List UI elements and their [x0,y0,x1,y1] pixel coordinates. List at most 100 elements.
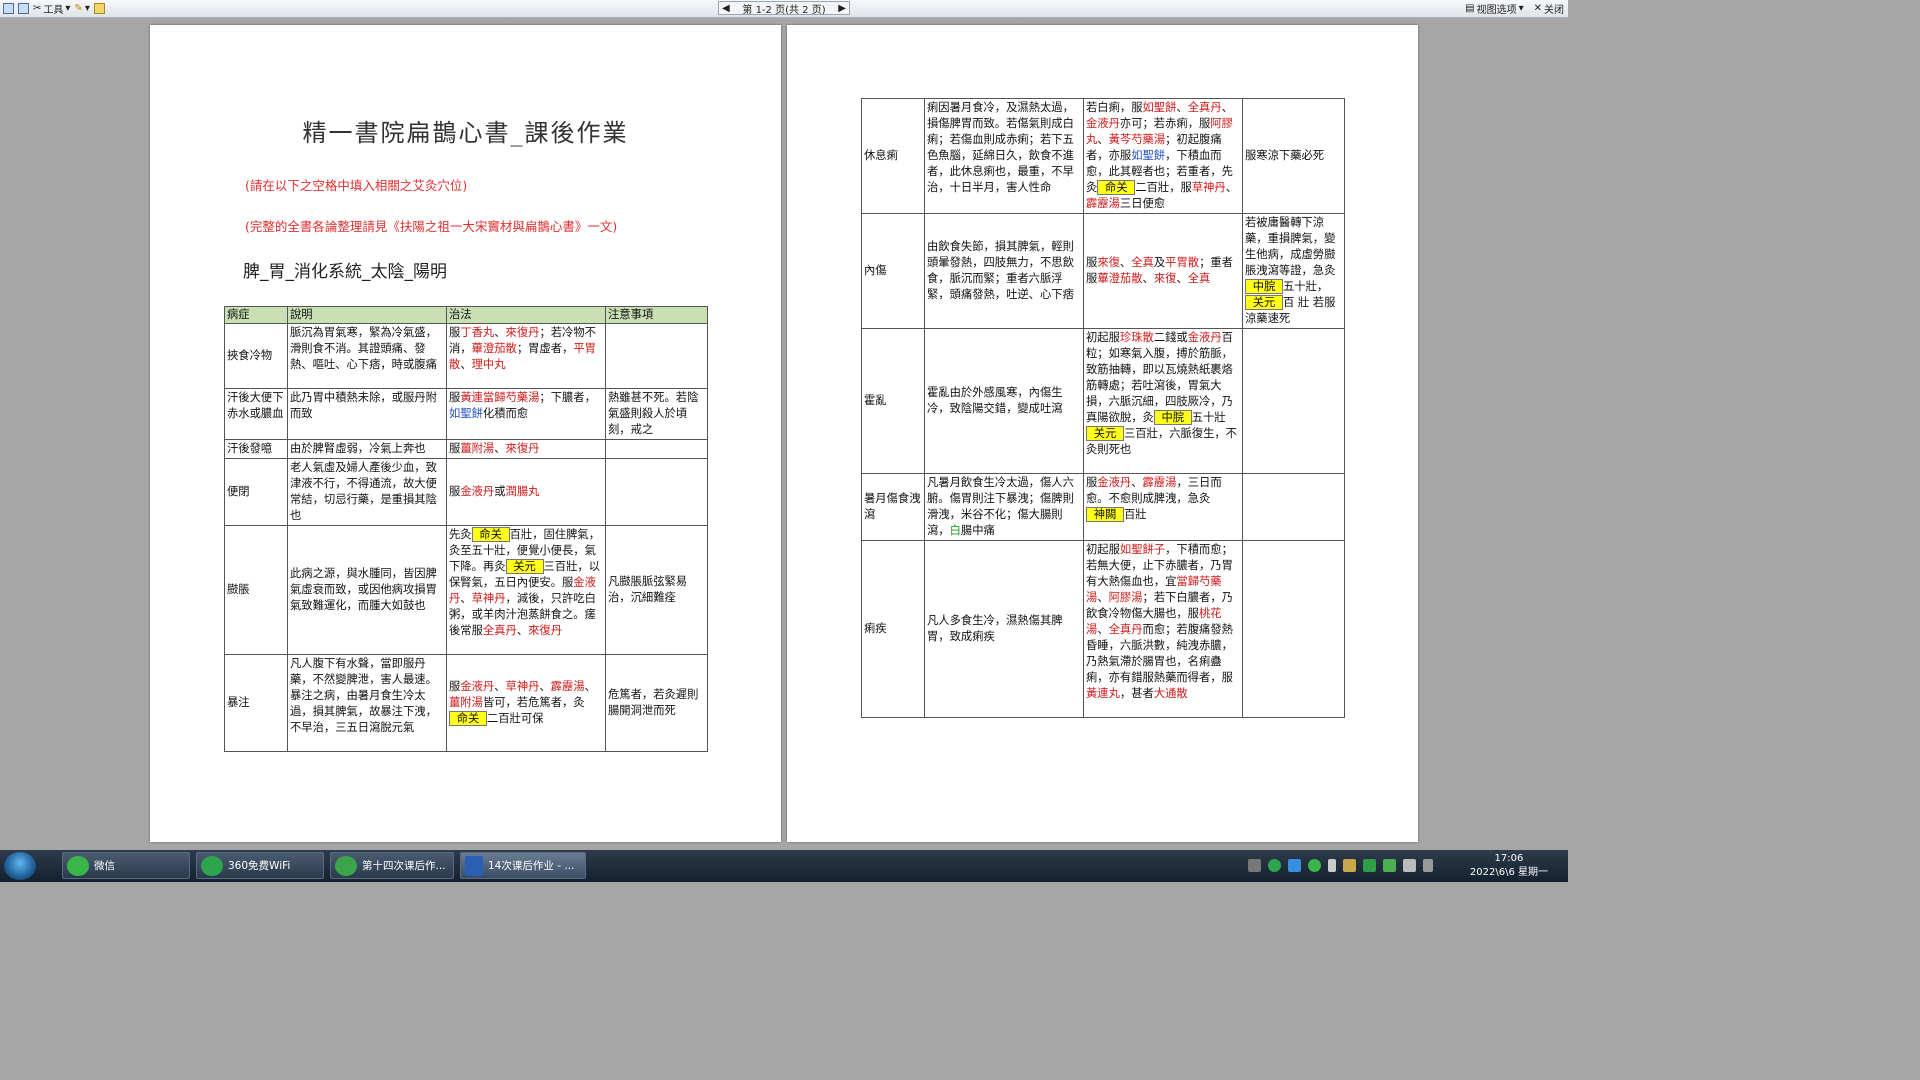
shield-icon[interactable] [1383,859,1396,872]
caution-cell: 若被庸醫轉下涼藥，重損脾氣，變生他病，成虛勞臌脹洩瀉等證，急灸中脘 五十壯，关元百… [1242,213,1345,329]
caution-cell [1242,540,1345,718]
disease-cell: 臌脹 [224,525,288,655]
caution-cell [1242,473,1345,541]
table-row: 汗後大便下赤水或膿血 此乃胃中積熱未除，或服丹附而致 服黃連當歸芍藥湯；下膿者，… [224,388,708,440]
caution-cell: 凡臌脹脈弦緊易治，沉細難痊 [605,525,708,655]
page-prev-icon[interactable]: ◀ [722,3,730,14]
caution-cell [605,323,708,389]
wechat-tray-icon[interactable] [1308,859,1321,872]
disease-cell: 便閉 [224,458,288,526]
caution-cell [605,458,708,526]
disease-cell: 休息痢 [861,98,925,214]
table-row: 暴注 凡人腹下有水聲，當即服丹藥，不然變脾泄，害人最速。暴注之病，由暑月食生冷太… [224,654,708,752]
table-row: 挾食冷物 脈沉為胃氣寒，緊為冷氣盛，滑則食不消。其證頭痛、發熱、嘔吐、心下痞，時… [224,323,708,389]
disease-cell: 霍亂 [861,328,925,474]
taskbar: 微信 360免费WiFi 第十四次课后作... 14次课后作业 - ... 17… [0,850,1568,882]
signal-icon[interactable] [1423,859,1433,872]
table-header-row: 病症 說明 治法 注意事項 [224,306,708,324]
usb-icon[interactable] [1328,859,1336,872]
page-next-icon[interactable]: ▶ [838,3,846,14]
system-tray: 17:06 2022\6\6 星期一 [1238,850,1568,882]
page-indicator[interactable]: 第 1-2 页(共 2 页) [742,1,825,16]
description-cell: 霍亂由於外感風寒，內傷生冷，致陰陽交錯，變成吐瀉 [924,328,1084,474]
description-cell: 痢因暑月食冷，及濕熱太過，損傷脾胃而致。若傷氣則成白痢；若傷血則成赤痢；若下五色… [924,98,1084,214]
save-icon[interactable] [3,3,14,14]
column-header: 治法 [446,306,606,324]
view-options-button[interactable]: ▤ 视图选项 ▾ [1465,1,1523,16]
description-cell: 由飲食失節，損其脾氣，輕則頭暈發熱，四肢無力，不思飲食，脈沉而緊；重者六脈浮緊，… [924,213,1084,329]
table-row: 痢疾 凡人多食生冷，濕熱傷其脾胃，致成痢疾 初起服如聖餅子，下積而愈；若無大便，… [861,540,1345,718]
word-icon [465,855,483,876]
description-cell: 凡人多食生冷，濕熱傷其脾胃，致成痢疾 [924,540,1084,718]
description-cell: 由於脾腎虛弱，冷氣上奔也 [287,439,447,459]
disease-cell: 暴注 [224,654,288,752]
close-button[interactable]: ✕ 关闭 [1534,1,1564,16]
reader-toolbar: ✂ 工具 ▾ ✎ ▾ ◀ 第 1-2 页(共 2 页) ▶ ▤ 视图选项 ▾ ✕ 关闭 [0,0,1568,18]
description-cell: 脈沉為胃氣寒，緊為冷氣盛，滑則食不消。其證頭痛、發熱、嘔吐、心下痞，時或腹痛 [287,323,447,389]
caution-cell [605,439,708,459]
taskbar-item-word[interactable]: 14次课后作业 - ... [460,852,586,879]
treatment-cell: 服丁香丸、來復丹；若冷物不消，蓽澄茄散；胃虛者，平胃散、理中丸 [446,323,606,389]
treatment-table-2: 休息痢 痢因暑月食冷，及濕熱太過，損傷脾胃而致。若傷氣則成白痢；若傷血則成赤痢；… [861,98,1345,718]
table-row: 內傷 由飲食失節，損其脾氣，輕則頭暈發熱，四肢無力，不思飲食，脈沉而緊；重者六脈… [861,213,1345,329]
wifi-icon [201,855,223,876]
acupoint-highlight: 命关 [1097,180,1136,195]
chevron-down-icon: ▾ [84,3,90,14]
highlight-menu[interactable]: ✎ ▾ [74,3,89,14]
caution-cell: 熱雖甚不死。若陰氣盛則殺人於頃刻，戒之 [605,388,708,440]
disease-cell: 汗後大便下赤水或膿血 [224,388,288,440]
folder-icon[interactable] [93,3,105,14]
treatment-cell: 初起服珍珠散二錢或金液丹百粒；如寒氣入腹，搏於筋脈，致筋抽轉，即以瓦燒熱紙裹烙筋… [1083,328,1243,474]
clock[interactable]: 17:06 2022\6\6 星期一 [1470,852,1548,880]
table-row: 暑月傷食洩瀉 凡暑月飲食生冷太過，傷人六腑。傷胃則注下暴洩；傷脾則滑洩，米谷不化… [861,473,1345,541]
table-row: 霍亂 霍亂由於外感風寒，內傷生冷，致陰陽交錯，變成吐瀉 初起服珍珠散二錢或金液丹… [861,328,1345,474]
section-heading: 脾_胃_消化系統_太陰_陽明 [243,262,447,282]
acupoint-highlight: 关元 [1245,295,1283,310]
close-icon: ✕ [1533,3,1542,14]
caution-cell: 危篤者，若灸遲則腸開洞泄而死 [605,654,708,752]
caution-cell: 服寒涼下藥必死 [1242,98,1345,214]
description-cell: 凡暑月飲食生冷太過，傷人六腑。傷胃則注下暴洩；傷脾則滑洩，米谷不化；傷大腸則瀉，… [924,473,1084,541]
tools-menu[interactable]: ✂ 工具 ▾ [33,1,70,16]
description-cell: 此乃胃中積熱未除，或服丹附而致 [287,388,447,440]
treatment-cell: 服黃連當歸芍藥湯；下膿者，如聖餅化積而愈 [446,388,606,440]
table-row: 便閉 老人氣虛及婦人產後少血，致津液不行，不得通流，故大便常結，切忌行藥，是重損… [224,458,708,526]
acupoint-highlight: 中脘 [1245,279,1283,294]
print-icon[interactable] [18,3,29,14]
network-icon[interactable] [1343,859,1356,872]
display-icon[interactable] [1288,859,1301,872]
treatment-cell: 服金液丹、草神丹、霹靂湯、薑附湯皆可，若危篤者，灸命关 二百壯可保 [446,654,606,752]
disease-cell: 挾食冷物 [224,323,288,389]
page-navigator: ◀ 第 1-2 页(共 2 页) ▶ [718,1,850,16]
wifi-tray-icon[interactable] [1268,859,1281,872]
keyboard-icon[interactable] [1248,859,1261,872]
chevron-down-icon: ▾ [1518,3,1524,14]
start-orb-icon[interactable] [4,852,36,880]
acupoint-highlight: 关元 [1086,426,1124,441]
table-row: 休息痢 痢因暑月食冷，及濕熱太過，損傷脾胃而致。若傷氣則成白痢；若傷血則成赤痢；… [861,98,1345,214]
treatment-table-1: 病症 說明 治法 注意事項 挾食冷物 脈沉為胃氣寒，緊為冷氣盛，滑則食不消。其證… [224,306,708,752]
document-page-2: 休息痢 痢因暑月食冷，及濕熱太過，損傷脾胃而致。若傷氣則成白痢；若傷血則成赤痢；… [787,25,1418,842]
plus-icon[interactable] [1363,859,1376,872]
acupoint-highlight: 命关 [471,527,510,542]
highlight-icon: ✎ [74,3,83,14]
caution-cell [1242,328,1345,474]
description-cell: 老人氣虛及婦人產後少血，致津液不行，不得通流，故大便常結，切忌行藥，是重損其陰也 [287,458,447,526]
column-header: 病症 [224,306,288,324]
chevron-down-icon: ▾ [65,3,71,14]
treatment-cell: 先灸 命关 百壯，固住脾氣，灸至五十壯，便覺小便長，氣下降。再灸 关元 三百壯，以保腎氣… [446,525,606,655]
document-page-1: 精一書院扁鵲心書_課後作業 (請在以下之空格中填入相關之艾灸穴位) (完整的全書… [150,25,781,842]
page-title: 精一書院扁鵲心書_課後作業 [302,119,629,147]
taskbar-item-wifi[interactable]: 360免费WiFi [196,852,324,879]
disease-cell: 汗後發噫 [224,439,288,459]
taskbar-item-wechat[interactable]: 微信 [62,852,190,879]
wechat-icon [67,855,89,876]
table-row: 汗後發噫 由於脾腎虛弱，冷氣上奔也 服薑附湯、來復丹 [224,439,708,459]
taskbar-item-browser[interactable]: 第十四次课后作... [330,852,454,879]
volume-icon[interactable] [1403,859,1416,872]
acupoint-highlight: 中脘 [1153,410,1192,425]
app360-icon [335,855,357,876]
acupoint-highlight: 关元 [505,559,544,574]
treatment-cell: 服來復、全真及平胃散；重者服蓽澄茄散、來復、全真 [1083,213,1243,329]
treatment-cell: 初起服如聖餅子，下積而愈；若無大便，止下赤膿者，乃胃有大熱傷血也，宜當歸芍藥湯、… [1083,540,1243,718]
